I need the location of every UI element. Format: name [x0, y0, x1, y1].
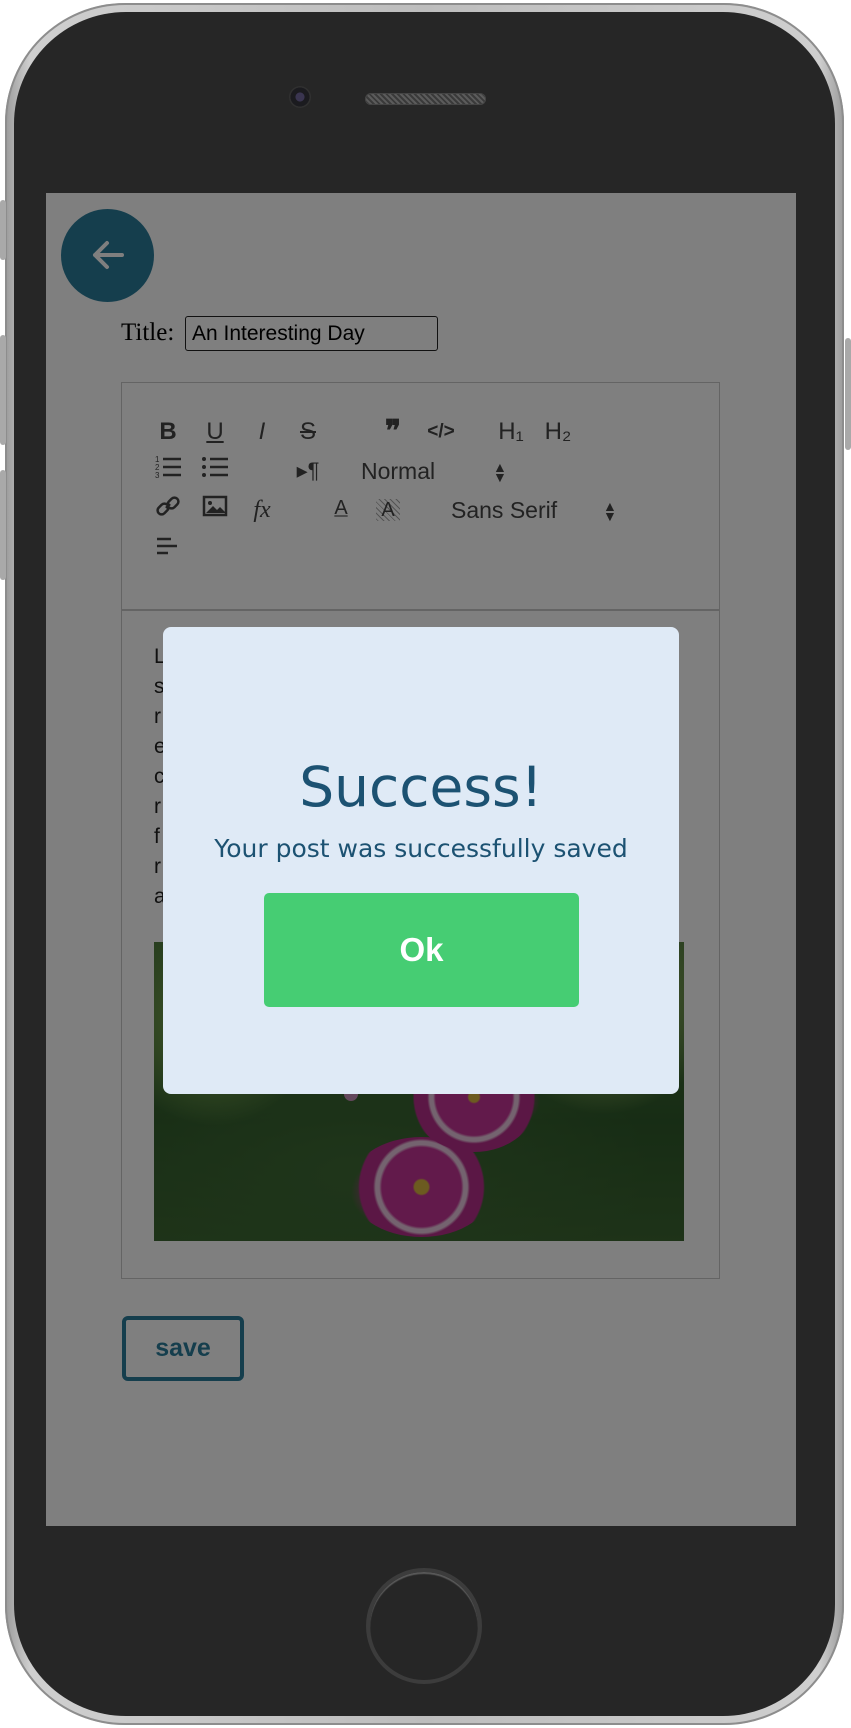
front-camera-icon [289, 86, 311, 108]
modal-title: Success! [299, 755, 543, 819]
ok-button[interactable]: Ok [264, 893, 579, 1007]
home-button[interactable] [366, 1568, 482, 1684]
success-modal: Success! Your post was successfully save… [163, 627, 679, 1094]
volume-up-button [0, 335, 6, 445]
screen: Title: B U I S ❞ </> H₁ H₂ 1 2 3 ▸¶ Norm… [46, 193, 796, 1526]
mute-switch [0, 200, 6, 260]
volume-down-button [0, 470, 6, 580]
modal-message: Your post was successfully saved [214, 834, 628, 863]
power-button [845, 338, 851, 450]
speaker-grille [365, 93, 486, 105]
